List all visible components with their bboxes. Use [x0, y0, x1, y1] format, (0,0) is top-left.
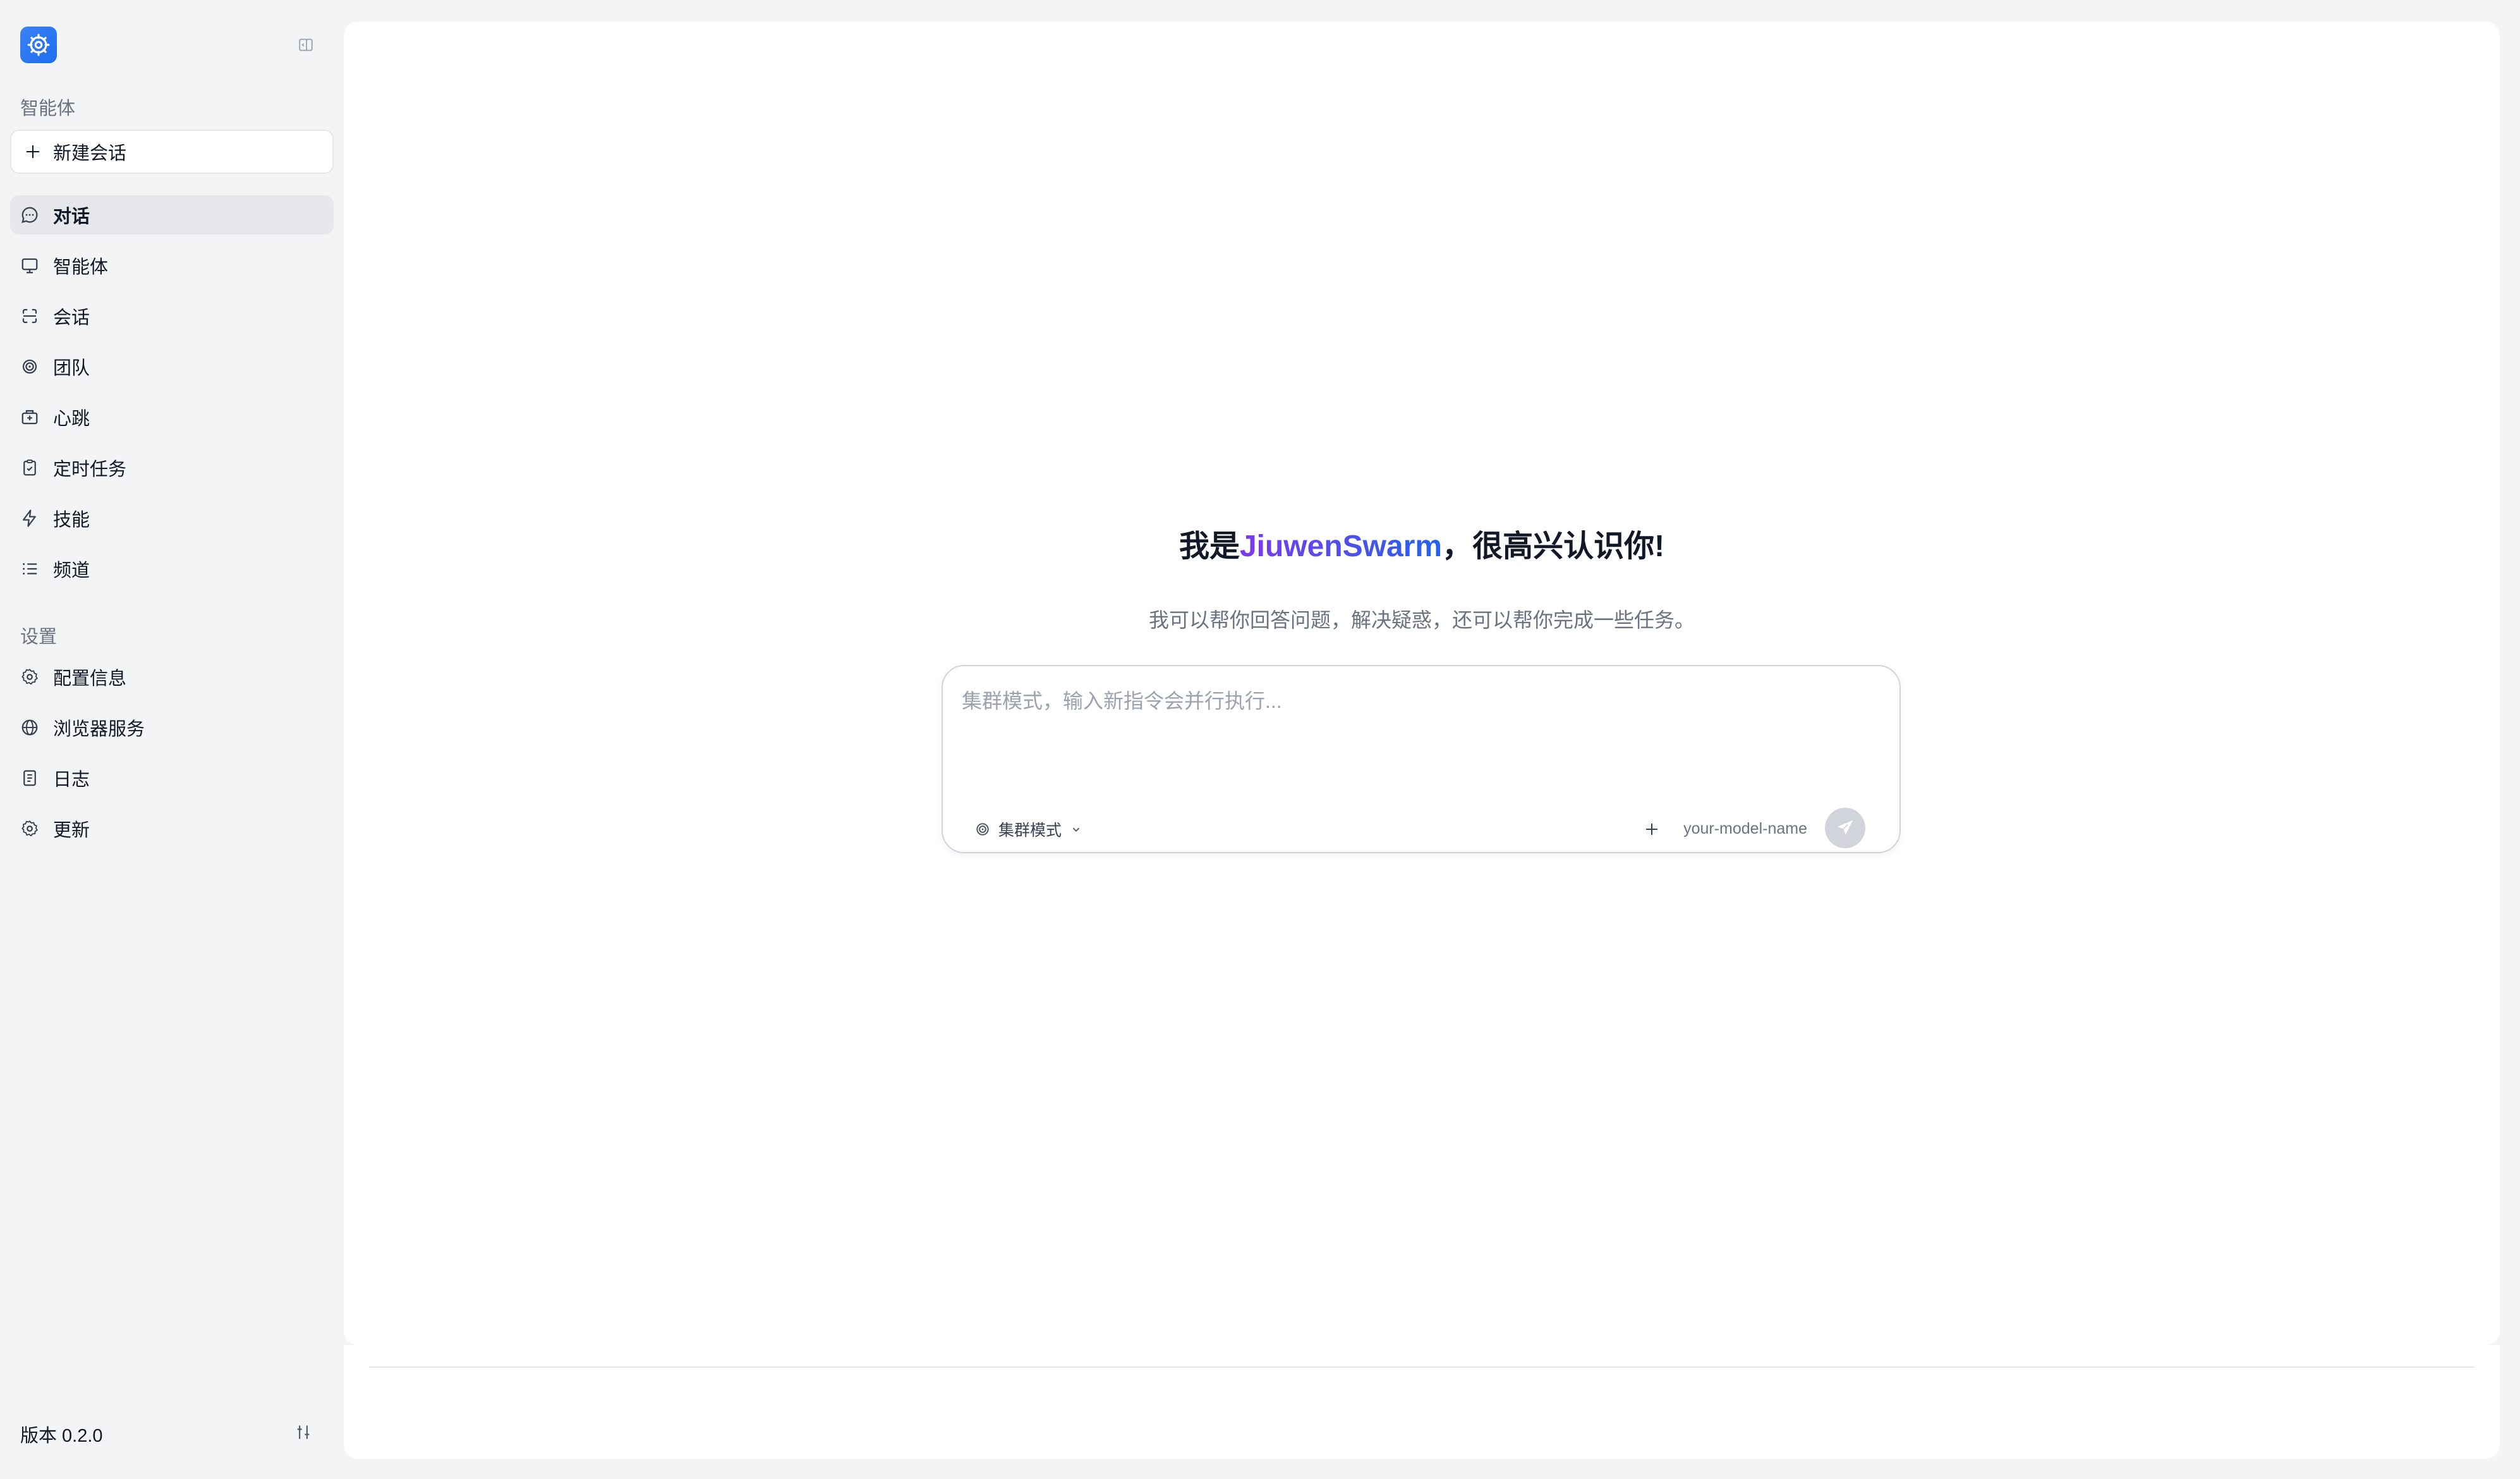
- sidebar-item-sessions[interactable]: 会话: [10, 296, 334, 336]
- sidebar-item-skills[interactable]: 技能: [10, 499, 334, 538]
- sidebar-item-label: 技能: [53, 510, 90, 530]
- globe-icon: [19, 717, 40, 738]
- welcome-subtitle: 我可以帮你回答问题，解决疑惑，还可以帮你完成一些任务。: [1148, 609, 1695, 631]
- sidebar-item-label: 频道: [53, 561, 90, 581]
- sidebar-item-label: 配置信息: [53, 669, 127, 689]
- sidebar-item-browser-service[interactable]: 浏览器服务: [10, 708, 334, 747]
- footer-panel: [344, 1345, 2500, 1459]
- team-icon: [19, 356, 40, 377]
- clipboard-clock-icon: [19, 457, 40, 478]
- footer-divider: [369, 1366, 2475, 1368]
- mode-label: 集群模式: [998, 822, 1062, 839]
- app-logo[interactable]: [20, 27, 57, 63]
- version-label: 版本 0.2.0: [20, 1426, 103, 1446]
- session-icon: [19, 305, 40, 327]
- new-chat-button[interactable]: 新建会话: [10, 130, 334, 174]
- gear-icon: [19, 666, 40, 688]
- model-selector[interactable]: your-model-name: [1669, 820, 1807, 838]
- sidebar-toggle-icon: [299, 39, 313, 51]
- paper-plane-icon: [1838, 820, 1853, 835]
- welcome-prefix: 我是: [1178, 530, 1240, 563]
- chat-composer: 集群模式 your-model-name: [942, 665, 1901, 853]
- plus-icon: [26, 145, 40, 159]
- sidebar-item-label: 定时任务: [53, 460, 127, 480]
- version-settings-button[interactable]: [293, 1422, 313, 1442]
- sidebar-item-chat[interactable]: 对话: [10, 195, 334, 234]
- sidebar: 智能体 新建会话 对话 智能体 会话 团队 心跳 定时任务 技能 频道 设置 配…: [0, 0, 344, 1479]
- lightning-icon: [19, 508, 40, 529]
- sidebar-item-scheduled-tasks[interactable]: 定时任务: [10, 448, 334, 487]
- sidebar-item-label: 会话: [53, 308, 90, 328]
- sidebar-item-logs[interactable]: 日志: [10, 758, 334, 798]
- plus-icon: [1645, 823, 1658, 836]
- message-input[interactable]: [962, 685, 1878, 761]
- sidebar-item-team[interactable]: 团队: [10, 347, 334, 386]
- sidebar-item-label: 对话: [53, 207, 90, 227]
- add-attachment-button[interactable]: [1638, 815, 1666, 843]
- robot-gear-icon: [27, 33, 50, 56]
- monitor-icon: [19, 255, 40, 276]
- cluster-mode-icon: [976, 823, 989, 836]
- collapse-sidebar-button[interactable]: [296, 35, 316, 55]
- sidebar-item-label: 智能体: [53, 257, 109, 277]
- heartbeat-icon: [19, 406, 40, 428]
- sidebar-item-update[interactable]: 更新: [10, 809, 334, 848]
- section-label-settings: 设置: [20, 627, 58, 647]
- sidebar-item-label: 心跳: [53, 409, 90, 429]
- mode-selector[interactable]: 集群模式: [974, 817, 1083, 842]
- sidebar-item-label: 浏览器服务: [53, 719, 145, 740]
- chevron-down-icon: [1072, 827, 1080, 832]
- list-icon: [19, 558, 40, 580]
- send-button[interactable]: [1825, 808, 1865, 848]
- app-window: 智能体 新建会话 对话 智能体 会话 团队 心跳 定时任务 技能 频道 设置 配…: [0, 0, 2520, 1479]
- sidebar-item-config[interactable]: 配置信息: [10, 657, 334, 697]
- log-icon: [19, 767, 40, 789]
- sidebar-item-label: 团队: [53, 358, 90, 379]
- main-panel: 我是JiuwenSwarm，很高兴认识你! 我可以帮你回答问题，解决疑惑，还可以…: [344, 21, 2500, 1345]
- welcome-suffix: ，很高兴认识你!: [1442, 530, 1665, 563]
- sidebar-item-label: 更新: [53, 820, 90, 841]
- welcome-title: 我是JiuwenSwarm，很高兴认识你!: [344, 521, 2500, 565]
- sidebar-item-agents[interactable]: 智能体: [10, 246, 334, 285]
- new-chat-label: 新建会话: [53, 143, 127, 164]
- brand-name: JiuwenSwarm: [1239, 530, 1443, 563]
- update-gear-icon: [19, 818, 40, 839]
- sidebar-item-channels[interactable]: 频道: [10, 549, 334, 588]
- sliders-icon: [297, 1425, 310, 1439]
- sidebar-item-heartbeat[interactable]: 心跳: [10, 398, 334, 437]
- sidebar-item-label: 日志: [53, 770, 90, 790]
- section-label-agents: 智能体: [20, 99, 76, 119]
- chat-bubble-icon: [19, 204, 40, 226]
